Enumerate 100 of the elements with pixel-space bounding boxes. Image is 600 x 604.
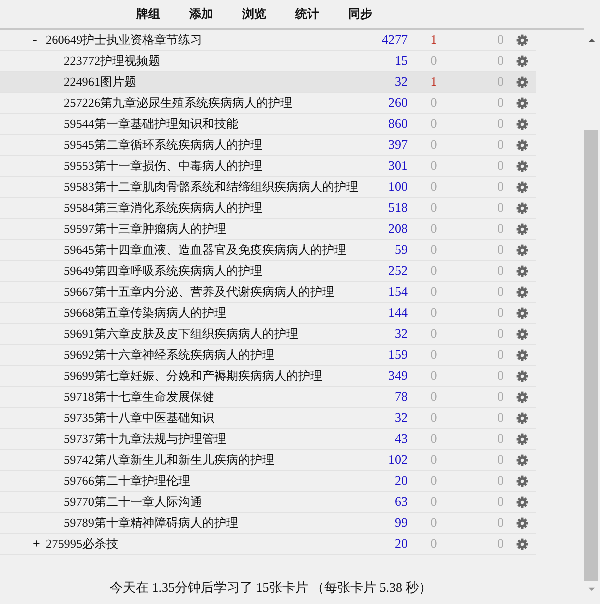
deck-name[interactable]: 59583第十二章肌肉骨骼系统和结缔组织疾病病人的护理 [64, 178, 358, 196]
deck-row[interactable]: 59584第三章消化系统疾病病人的护理 518 0 0 [0, 198, 536, 219]
due-count: 0 [496, 473, 504, 489]
expand-toggle[interactable]: - [33, 32, 46, 48]
deck-name[interactable]: 59645第十四章血液、造血器官及免疫疾病病人的护理 [64, 242, 346, 258]
deck-name[interactable]: 59691第六章皮肤及皮下组织疾病病人的护理 [64, 326, 298, 342]
deck-row[interactable]: 59692第十六章神经系统疾病病人的护理 159 0 0 [0, 345, 536, 366]
deck-row[interactable]: 59718第十七章生命发展保健 78 0 0 [0, 387, 536, 408]
new-count: 349 [388, 368, 408, 384]
settings-icon[interactable] [516, 160, 529, 172]
settings-icon[interactable] [516, 76, 529, 88]
settings-icon[interactable] [516, 138, 529, 152]
deck-name[interactable]: 59545第二章循环系统疾病病人的护理 [64, 136, 262, 154]
settings-icon[interactable] [516, 222, 529, 236]
learn-count: 0 [430, 410, 438, 426]
deck-row[interactable]: 224961图片题 32 1 0 [0, 72, 536, 93]
settings-icon[interactable] [516, 180, 529, 194]
learn-count: 0 [430, 137, 438, 153]
settings-icon[interactable] [516, 202, 529, 214]
settings-icon[interactable] [516, 432, 529, 446]
deck-name[interactable]: 59649第四章呼吸系统疾病病人的护理 [64, 262, 262, 280]
deck-row[interactable]: 59649第四章呼吸系统疾病病人的护理 252 0 0 [0, 261, 536, 282]
due-count: 0 [496, 515, 504, 531]
learn-count: 1 [430, 74, 438, 90]
settings-icon[interactable] [516, 412, 529, 424]
deck-name[interactable]: 59742第八章新生儿和新生儿疾病的护理 [64, 452, 274, 468]
deck-name[interactable]: 59553第十一章损伤、中毒病人的护理 [64, 158, 262, 174]
deck-name[interactable]: 59692第十六章神经系统疾病病人的护理 [64, 346, 274, 364]
deck-row[interactable]: 59742第八章新生儿和新生儿疾病的护理 102 0 0 [0, 450, 536, 471]
deck-row[interactable]: 59735第十八章中医基础知识 32 0 0 [0, 408, 536, 429]
new-count: 144 [388, 305, 408, 321]
settings-icon[interactable] [516, 390, 529, 404]
settings-icon[interactable] [516, 264, 529, 278]
deck-name[interactable]: 59667第十五章内分泌、营养及代谢疾病病人的护理 [64, 284, 334, 300]
deck-name[interactable]: 59766第二十章护理伦理 [64, 472, 190, 490]
toolbar-link[interactable]: 统计 [281, 6, 334, 22]
settings-icon[interactable] [516, 306, 529, 320]
learn-count: 0 [430, 242, 438, 258]
deck-row[interactable]: 59691第六章皮肤及皮下组织疾病病人的护理 32 0 0 [0, 324, 536, 345]
expand-toggle[interactable]: + [33, 536, 46, 552]
deck-name[interactable]: 59544第一章基础护理知识和技能 [64, 116, 238, 132]
scroll-thumb[interactable] [584, 130, 598, 581]
toolbar-link[interactable]: 浏览 [228, 6, 281, 22]
deck-row[interactable]: 59668第五章传染病病人的护理 144 0 0 [0, 303, 536, 324]
new-count: 154 [388, 284, 408, 300]
deck-name[interactable]: 223772护理视频题 [64, 52, 161, 70]
toolbar-link[interactable]: 添加 [175, 6, 228, 22]
settings-icon[interactable] [516, 474, 529, 488]
deck-name[interactable]: 275995必杀技 [46, 536, 119, 552]
toolbar-link[interactable]: 牌组 [122, 6, 175, 22]
deck-name[interactable]: 257226第九章泌尿生殖系统疾病病人的护理 [64, 94, 293, 112]
deck-row[interactable]: 59545第二章循环系统疾病病人的护理 397 0 0 [0, 135, 536, 156]
settings-icon[interactable] [516, 516, 529, 530]
settings-icon[interactable] [516, 496, 529, 508]
deck-row[interactable]: 59770第二十一章人际沟通 63 0 0 [0, 492, 536, 513]
new-count: 59 [394, 242, 408, 258]
deck-row[interactable]: 59597第十三章肿瘤病人的护理 208 0 0 [0, 219, 536, 240]
due-count: 0 [496, 179, 504, 195]
settings-icon[interactable] [516, 118, 529, 130]
deck-name[interactable]: 59584第三章消化系统疾病病人的护理 [64, 200, 262, 216]
deck-name[interactable]: 59737第十九章法规与护理管理 [64, 430, 226, 448]
deck-name[interactable]: 59770第二十一章人际沟通 [64, 494, 202, 510]
deck-row[interactable]: 59583第十二章肌肉骨骼系统和结缔组织疾病病人的护理 100 0 0 [0, 177, 536, 198]
learn-count: 0 [430, 536, 438, 552]
new-count: 32 [394, 410, 408, 426]
deck-name[interactable]: 59668第五章传染病病人的护理 [64, 304, 226, 322]
deck-name[interactable]: 224961图片题 [64, 74, 137, 90]
deck-row[interactable]: 59789第十章精神障碍病人的护理 99 0 0 [0, 513, 536, 534]
deck-row[interactable]: 59737第十九章法规与护理管理 43 0 0 [0, 429, 536, 450]
settings-icon[interactable] [516, 54, 529, 68]
deck-name[interactable]: 260649护士执业资格章节练习 [46, 32, 203, 48]
toolbar-link[interactable]: 同步 [334, 6, 387, 22]
scroll-up-icon[interactable] [588, 38, 596, 43]
deck-row[interactable]: 59667第十五章内分泌、营养及代谢疾病病人的护理 154 0 0 [0, 282, 536, 303]
settings-icon[interactable] [516, 370, 529, 382]
deck-row[interactable]: 59553第十一章损伤、中毒病人的护理 301 0 0 [0, 156, 536, 177]
settings-icon[interactable] [516, 538, 529, 550]
deck-row[interactable]: 59544第一章基础护理知识和技能 860 0 0 [0, 114, 536, 135]
due-count: 0 [496, 263, 504, 279]
deck-row[interactable]: 59699第七章妊娠、分娩和产褥期疾病病人的护理 349 0 0 [0, 366, 536, 387]
deck-name[interactable]: 59789第十章精神障碍病人的护理 [64, 514, 238, 532]
settings-icon[interactable] [516, 244, 529, 256]
deck-name[interactable]: 59597第十三章肿瘤病人的护理 [64, 220, 226, 238]
settings-icon[interactable] [516, 96, 529, 110]
deck-name[interactable]: 59735第十八章中医基础知识 [64, 410, 214, 426]
due-count: 0 [496, 53, 504, 69]
deck-row[interactable]: 257226第九章泌尿生殖系统疾病病人的护理 260 0 0 [0, 93, 536, 114]
deck-row[interactable]: 59645第十四章血液、造血器官及免疫疾病病人的护理 59 0 0 [0, 240, 536, 261]
deck-row[interactable]: + 275995必杀技 20 0 0 [0, 534, 536, 555]
learn-count: 0 [430, 347, 438, 363]
deck-row[interactable]: - 260649护士执业资格章节练习 4277 1 0 [0, 30, 536, 51]
settings-icon[interactable] [516, 328, 529, 340]
settings-icon[interactable] [516, 454, 529, 466]
settings-icon[interactable] [516, 34, 529, 46]
due-count: 0 [496, 536, 504, 552]
deck-name[interactable]: 59718第十七章生命发展保健 [64, 388, 214, 406]
deck-row[interactable]: 59766第二十章护理伦理 20 0 0 [0, 471, 536, 492]
deck-name[interactable]: 59699第七章妊娠、分娩和产褥期疾病病人的护理 [64, 368, 322, 384]
settings-icon[interactable] [516, 348, 529, 362]
settings-icon[interactable] [516, 286, 529, 298]
